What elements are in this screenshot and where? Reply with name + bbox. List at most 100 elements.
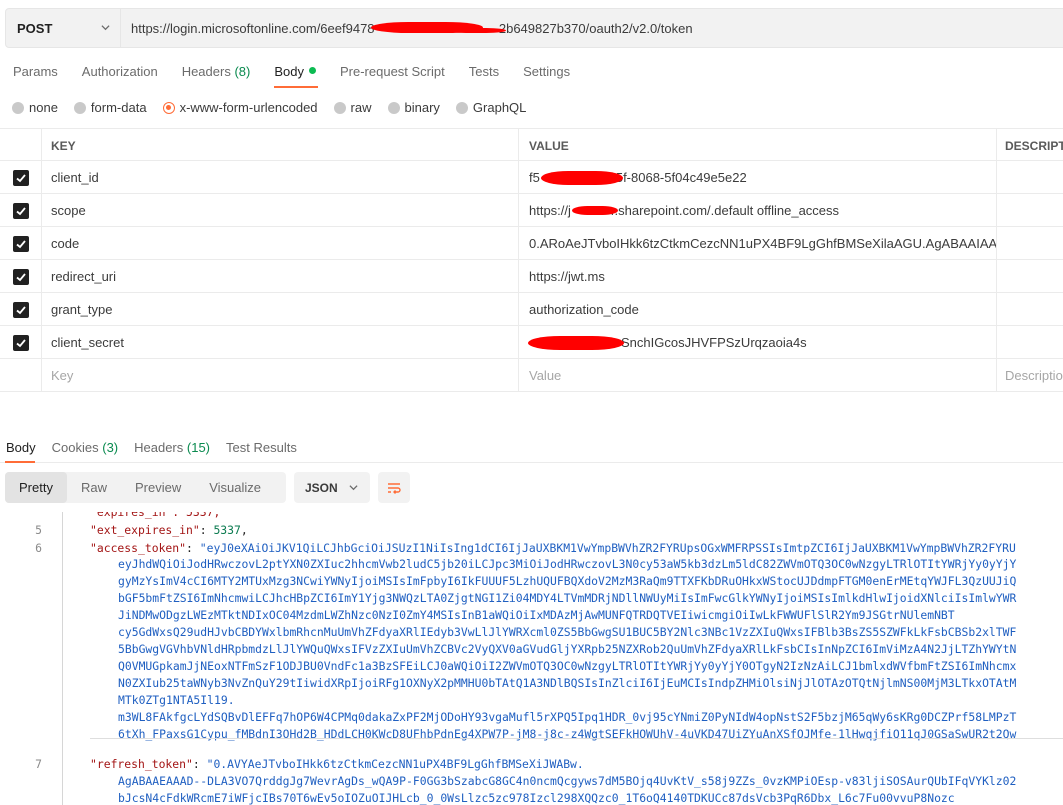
url-suffix: -2b649827b370/oauth2/v2.0/token (494, 20, 693, 36)
row-key[interactable]: scope (42, 194, 519, 227)
radio-icon (333, 101, 346, 114)
row-key[interactable]: client_id (42, 161, 519, 194)
redaction-mark (446, 28, 506, 33)
row-checkbox-cell (0, 194, 42, 227)
row-value[interactable]: authorization_code (519, 293, 997, 326)
view-preview-button[interactable]: Preview (121, 472, 195, 503)
new-key-input[interactable]: Key (42, 359, 519, 392)
cookies-count: (3) (102, 440, 119, 455)
checkbox[interactable] (12, 334, 29, 351)
row-value[interactable]: f5 5f-8068-5f04c49e5e22 (519, 161, 997, 194)
header-key: KEY (42, 129, 519, 162)
tab-headers[interactable]: Headers (8) (182, 64, 251, 82)
row-description[interactable] (997, 326, 1063, 359)
checkbox[interactable] (12, 235, 29, 252)
headers-count: (15) (186, 440, 211, 455)
tab-label: Cookies (51, 440, 99, 455)
checkbox[interactable] (12, 169, 29, 186)
json-string-continuation: cy5GdWxsQ29udHJvbCBDYWxlbmRhcnMuUmVhZFdy… (118, 625, 1017, 639)
tab-body-label: Body (274, 64, 304, 79)
radio-binary[interactable]: binary (387, 100, 440, 115)
request-tabs: Params Authorization Headers (8) Body Pr… (13, 64, 570, 82)
radio-label: form-data (90, 100, 147, 115)
json-key: "access_token" (90, 541, 187, 555)
wrap-lines-button[interactable] (378, 472, 410, 503)
checkmark-icon (15, 338, 26, 347)
method-select[interactable]: POST (5, 8, 121, 48)
row-checkbox-cell (0, 326, 42, 359)
response-tab-body[interactable]: Body (6, 440, 36, 455)
tab-tests[interactable]: Tests (469, 64, 499, 82)
new-description-input[interactable]: Descriptio (997, 359, 1063, 392)
radio-raw[interactable]: raw (333, 100, 372, 115)
row-key[interactable]: grant_type (42, 293, 519, 326)
radio-graphql[interactable]: GraphQL (455, 100, 526, 115)
checkbox[interactable] (12, 268, 29, 285)
radio-icon (387, 101, 400, 114)
view-visualize-button[interactable]: Visualize (195, 472, 275, 503)
checkbox[interactable] (12, 202, 29, 219)
radio-icon (73, 101, 86, 114)
value-prefix: f5 (529, 170, 540, 185)
row-key[interactable]: client_secret (42, 326, 519, 359)
row-value[interactable]: SnchIGcosJHVFPSzUrqzaoia4s (519, 326, 997, 359)
row-checkbox-cell (0, 359, 42, 392)
header-description: DESCRIPT (1005, 138, 1063, 153)
row-value[interactable]: 0.ARoAeJTvboIHkk6tzCtkmCezcNN1uPX4BF9LgG… (519, 227, 997, 260)
row-description[interactable] (997, 194, 1063, 227)
radio-icon (12, 101, 24, 114)
json-string-continuation: eyJhdWQiOiJodHRwczovL2ptYXN0ZXIuc2hhcmVw… (118, 557, 1017, 571)
response-tab-headers[interactable]: Headers (15) (134, 440, 210, 455)
row-description[interactable] (997, 227, 1063, 260)
chevron-down-icon (101, 25, 110, 31)
json-string-continuation: Q0VMUGpkamJjNEoxNTFmSzF1ODJBU0VndFc1a3Bz… (118, 659, 1017, 673)
redaction-mark (541, 171, 623, 185)
radio-label: none (29, 100, 58, 115)
active-tab-indicator (274, 86, 318, 88)
tab-authorization[interactable]: Authorization (82, 64, 158, 82)
new-value-input[interactable]: Value (519, 359, 997, 392)
indent-guide (62, 512, 63, 805)
json-string-continuation: gyMzYsImV4cCI6MTY2MTUxMzg3NCwiYWNyIjoiMS… (118, 574, 1017, 588)
view-raw-button[interactable]: Raw (67, 472, 121, 503)
radio-label: raw (350, 100, 372, 115)
table-row: grant_type authorization_code (0, 293, 1063, 326)
radio-x-www-form-urlencoded[interactable]: x-www-form-urlencoded (162, 100, 318, 115)
view-pretty-button[interactable]: Pretty (5, 472, 67, 503)
view-mode-group: Pretty Raw Preview Visualize (5, 472, 286, 503)
value-prefix: https://j (529, 203, 571, 218)
tab-body[interactable]: Body (274, 64, 316, 82)
method-label: POST (17, 20, 53, 36)
url-input[interactable]: https://login.microsoftonline.com/6eef94… (121, 8, 1063, 48)
tab-settings[interactable]: Settings (523, 64, 570, 82)
active-tab-indicator (5, 461, 35, 463)
format-select[interactable]: JSON (294, 472, 370, 503)
row-key[interactable]: code (42, 227, 519, 260)
row-description[interactable] (997, 161, 1063, 194)
line-separator (90, 738, 1063, 739)
response-tab-test-results[interactable]: Test Results (226, 440, 297, 455)
tab-params[interactable]: Params (13, 64, 58, 82)
tab-label: Headers (134, 440, 184, 455)
radio-none[interactable]: none (12, 100, 58, 115)
row-key[interactable]: redirect_uri (42, 260, 519, 293)
table-row: scope https://j r.sharepoint.com/.default… (0, 194, 1063, 227)
row-value[interactable]: https://j r.sharepoint.com/.default offli… (519, 194, 997, 227)
row-checkbox-cell (0, 260, 42, 293)
row-description[interactable] (997, 293, 1063, 326)
radio-form-data[interactable]: form-data (73, 100, 147, 115)
row-value[interactable]: https://jwt.ms (519, 260, 997, 293)
json-string-continuation: 5BbGwgVGVhbVNldHRpbmdzLlJlYWQuQWxsIFVzZX… (118, 642, 1017, 656)
tab-pre-request-script[interactable]: Pre-request Script (340, 64, 445, 82)
row-description[interactable] (997, 260, 1063, 293)
row-checkbox-cell (0, 227, 42, 260)
response-code-view[interactable]: "expires_in": 5337, 5 "ext_expires_in": … (0, 512, 1063, 805)
json-key: "ext_expires_in" (90, 523, 200, 537)
json-string-continuation: JiNDMwODgzLWEzMTktNDIxOC04MzdmLWZhNzc0Nz… (118, 608, 955, 622)
checkbox[interactable] (12, 301, 29, 318)
radio-selected-icon (162, 101, 175, 114)
body-type-options: none form-data x-www-form-urlencoded raw… (12, 100, 526, 115)
table-row: client_secret SnchIGcosJHVFPSzUrqzaoia4s (0, 326, 1063, 359)
chevron-down-icon (349, 485, 358, 491)
response-tab-cookies[interactable]: Cookies (3) (52, 440, 118, 455)
